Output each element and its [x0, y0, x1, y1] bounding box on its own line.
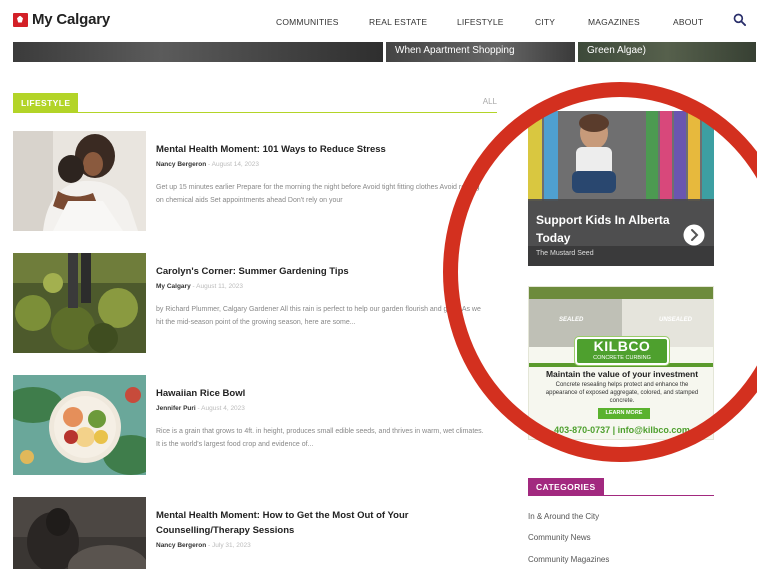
hero-caption: Green Algae): [587, 45, 646, 56]
nav-city[interactable]: CITY: [535, 17, 555, 27]
article-card: Mental Health Moment: How to Get the Mos…: [13, 497, 497, 569]
article-meta: My Calgary - August 11, 2023: [156, 283, 243, 290]
learn-more-button[interactable]: LEARN MORE: [598, 408, 650, 419]
sponsored-ad-mustard-seed[interactable]: Support Kids In Alberta Today The Mustar…: [528, 111, 714, 266]
article-thumbnail[interactable]: [13, 497, 146, 569]
article-thumbnail[interactable]: [13, 131, 146, 231]
categories-header: CATEGORIES: [528, 478, 714, 496]
article-meta: Nancy Bergeron - August 14, 2023: [156, 161, 260, 168]
ad-source: The Mustard Seed: [536, 250, 594, 257]
category-link[interactable]: Community News: [528, 533, 591, 542]
hero-tile[interactable]: When Apartment Shopping: [386, 42, 575, 62]
categories-tag: CATEGORIES: [528, 478, 604, 496]
brand-sub: CONCRETE CURBING: [593, 355, 651, 361]
ad-title: Support Kids In Alberta Today: [536, 213, 670, 245]
search-icon[interactable]: [733, 13, 746, 26]
ad-body: Concrete resealing helps protect and enh…: [545, 382, 699, 404]
nav-communities[interactable]: COMMUNITIES: [276, 17, 339, 27]
article-meta: Jennifer Puri - August 4, 2023: [156, 405, 245, 412]
article-excerpt: Rice is a grain that grows to 4ft. in he…: [156, 428, 484, 448]
article-title[interactable]: Hawaiian Rice Bowl: [156, 386, 476, 401]
article-date: July 31, 2023: [212, 542, 251, 549]
article-author[interactable]: My Calgary: [156, 283, 191, 290]
article-date: August 14, 2023: [211, 161, 260, 168]
nav-real-estate[interactable]: REAL ESTATE: [369, 17, 427, 27]
page: My Calgary COMMUNITIES REAL ESTATE LIFES…: [0, 0, 757, 569]
lifestyle-section-header: LIFESTYLE ALL: [13, 93, 497, 113]
article-excerpt: by Richard Plummer, Calgary Gardener All…: [156, 306, 481, 326]
main-nav: COMMUNITIES REAL ESTATE LIFESTYLE CITY M…: [0, 17, 757, 29]
article-excerpt: Get up 15 minutes earlier Prepare for th…: [156, 184, 480, 204]
sponsored-ad-kilbco[interactable]: SEALED UNSEALED KILBCO CONCRETE CURBING …: [528, 286, 714, 440]
article-thumbnail[interactable]: [13, 375, 146, 475]
article-title[interactable]: Mental Health Moment: How to Get the Mos…: [156, 508, 476, 538]
article-thumbnail[interactable]: [13, 253, 146, 353]
article-title[interactable]: Carolyn's Corner: Summer Gardening Tips: [156, 264, 476, 279]
site-header: My Calgary COMMUNITIES REAL ESTATE LIFES…: [0, 0, 757, 42]
nav-magazines[interactable]: MAGAZINES: [588, 17, 640, 27]
article-date: August 4, 2023: [201, 405, 245, 412]
brand-name: KILBCO: [593, 338, 651, 354]
category-link[interactable]: Community Magazines: [528, 555, 609, 564]
article-author[interactable]: Nancy Bergeron: [156, 161, 206, 168]
article-card: Mental Health Moment: 101 Ways to Reduce…: [13, 131, 497, 231]
article-card: Carolyn's Corner: Summer Gardening Tips …: [13, 253, 497, 353]
hero-tile[interactable]: Green Algae): [578, 42, 756, 62]
hero-tile[interactable]: [13, 42, 383, 62]
kilbco-logo: KILBCO CONCRETE CURBING: [575, 337, 669, 365]
view-all-link[interactable]: ALL: [483, 97, 497, 106]
nav-about[interactable]: ABOUT: [673, 17, 703, 27]
article-date: August 11, 2023: [196, 283, 243, 290]
chevron-right-icon[interactable]: [683, 224, 705, 246]
hero-carousel: When Apartment Shopping Green Algae): [13, 42, 756, 62]
article-card: Hawaiian Rice Bowl Jennifer Puri - Augus…: [13, 375, 497, 475]
article-author[interactable]: Nancy Bergeron: [156, 542, 206, 549]
nav-lifestyle[interactable]: LIFESTYLE: [457, 17, 504, 27]
ad-contact: 403-870-0737 | info@kilbco.com: [554, 425, 690, 435]
section-tag[interactable]: LIFESTYLE: [13, 93, 79, 113]
article-author[interactable]: Jennifer Puri: [156, 405, 196, 412]
article-title[interactable]: Mental Health Moment: 101 Ways to Reduce…: [156, 142, 476, 157]
hero-caption: When Apartment Shopping: [395, 45, 515, 56]
ad-headline: Maintain the value of your investment: [545, 369, 699, 379]
unsealed-label: UNSEALED: [659, 317, 693, 323]
article-meta: Nancy Bergeron - July 31, 2023: [156, 542, 251, 549]
sealed-label: SEALED: [559, 317, 584, 323]
category-link[interactable]: In & Around the City: [528, 512, 599, 521]
